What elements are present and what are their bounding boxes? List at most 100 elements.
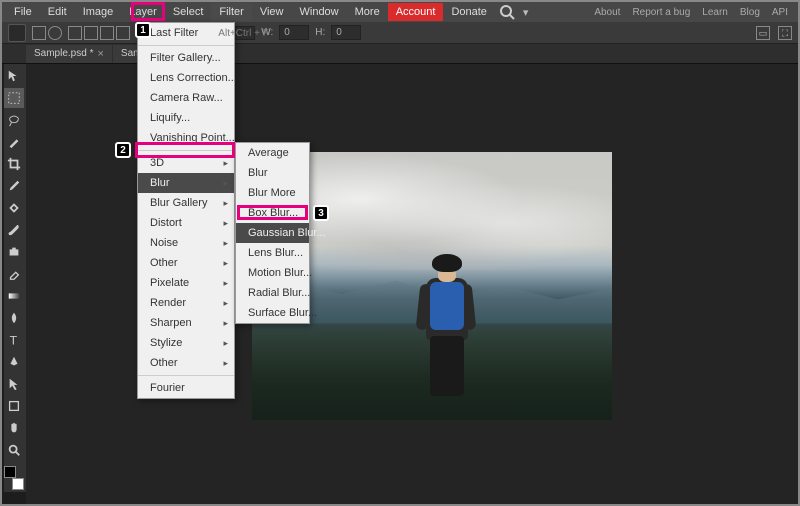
window-controls: ▭ ⛶ xyxy=(756,26,792,40)
select-mode-new-icon[interactable] xyxy=(68,26,82,40)
shape-tool[interactable] xyxy=(4,396,24,416)
path-select-tool[interactable] xyxy=(4,374,24,394)
menu-distort[interactable]: Distort▸ xyxy=(138,213,234,233)
menu-view[interactable]: View xyxy=(252,3,292,21)
close-icon[interactable]: × xyxy=(97,48,103,60)
background-color-swatch[interactable] xyxy=(12,478,24,490)
chevron-right-icon: ▸ xyxy=(223,198,228,209)
menu-radial-blur[interactable]: Radial Blur... xyxy=(236,283,309,303)
chevron-right-icon: ▸ xyxy=(223,238,228,249)
menu-vanishing-point[interactable]: Vanishing Point... xyxy=(138,128,234,148)
menu-blur-more[interactable]: Blur More xyxy=(236,183,309,203)
link-about[interactable]: About xyxy=(588,4,626,21)
hand-tool[interactable] xyxy=(4,418,24,438)
menu-surface-blur[interactable]: Surface Blur... xyxy=(236,303,309,323)
document-tabs: Sample.psd * × Sample.psd × xyxy=(2,44,798,64)
ellipse-marquee-icon[interactable] xyxy=(48,26,62,40)
color-swatches[interactable] xyxy=(4,466,24,490)
tools-panel: T xyxy=(4,64,26,492)
menu-noise[interactable]: Noise▸ xyxy=(138,233,234,253)
tab-label: Sample.psd * xyxy=(34,48,93,59)
zoom-tool[interactable] xyxy=(4,440,24,460)
brush-tool[interactable] xyxy=(4,220,24,240)
menu-pixelate[interactable]: Pixelate▸ xyxy=(138,273,234,293)
menu-blur[interactable]: Blur▸ xyxy=(138,173,234,193)
menu-window[interactable]: Window xyxy=(292,3,347,21)
height-label: H: xyxy=(315,27,325,38)
blur-tool[interactable] xyxy=(4,308,24,328)
gradient-tool[interactable] xyxy=(4,286,24,306)
chevron-right-icon: ▸ xyxy=(223,318,228,329)
menu-other[interactable]: Other▸ xyxy=(138,253,234,273)
select-mode-sub-icon[interactable] xyxy=(100,26,114,40)
callout-2: 2 xyxy=(115,142,131,158)
width-input[interactable]: 0 xyxy=(279,25,309,40)
clone-tool[interactable] xyxy=(4,242,24,262)
account-button[interactable]: Account xyxy=(388,3,444,21)
menu-last-filter[interactable]: Last FilterAlt+Ctrl + F xyxy=(138,23,234,43)
menu-stylize[interactable]: Stylize▸ xyxy=(138,333,234,353)
chevron-right-icon: ▸ xyxy=(223,338,228,349)
link-report-bug[interactable]: Report a bug xyxy=(626,4,696,21)
menu-fourier[interactable]: Fourier xyxy=(138,378,234,398)
pen-tool[interactable] xyxy=(4,352,24,372)
menubar: File Edit Image Layer Select Filter View… xyxy=(2,2,798,22)
menu-gaussian-blur[interactable]: Gaussian Blur... xyxy=(236,223,309,243)
menu-layer[interactable]: Layer xyxy=(121,3,165,21)
lasso-tool[interactable] xyxy=(4,110,24,130)
move-tool[interactable] xyxy=(4,66,24,86)
callout-1: 1 xyxy=(135,22,151,38)
chevron-right-icon: ▸ xyxy=(223,278,228,289)
dropdown-arrow-icon[interactable]: ▾ xyxy=(519,6,533,19)
menu-3d[interactable]: 3D▸ xyxy=(138,153,234,173)
menu-blur-gallery[interactable]: Blur Gallery▸ xyxy=(138,193,234,213)
rect-marquee-icon[interactable] xyxy=(32,26,46,40)
select-mode-intersect-icon[interactable] xyxy=(116,26,130,40)
menu-more[interactable]: More xyxy=(347,3,388,21)
eraser-tool[interactable] xyxy=(4,264,24,284)
height-input[interactable]: 0 xyxy=(331,25,361,40)
select-mode-add-icon[interactable] xyxy=(84,26,98,40)
marquee-tool[interactable] xyxy=(4,88,24,108)
menu-select[interactable]: Select xyxy=(165,3,212,21)
optionsbar: Feather: 0 W: 0 H: 0 xyxy=(2,22,798,44)
fullscreen-icon[interactable]: ⛶ xyxy=(778,26,792,40)
menu-average[interactable]: Average xyxy=(236,143,309,163)
menu-lens-correction[interactable]: Lens Correction... xyxy=(138,68,234,88)
menu-camera-raw[interactable]: Camera Raw... xyxy=(138,88,234,108)
link-api[interactable]: API xyxy=(766,4,794,21)
chevron-right-icon: ▸ xyxy=(223,258,228,269)
menu-filter[interactable]: Filter xyxy=(211,3,251,21)
menu-lens-blur[interactable]: Lens Blur... xyxy=(236,243,309,263)
menu-render[interactable]: Render▸ xyxy=(138,293,234,313)
menu-image[interactable]: Image xyxy=(75,3,122,21)
link-learn[interactable]: Learn xyxy=(696,4,734,21)
menu-edit[interactable]: Edit xyxy=(40,3,75,21)
wand-tool[interactable] xyxy=(4,132,24,152)
current-tool-icon[interactable] xyxy=(8,24,26,42)
heal-tool[interactable] xyxy=(4,198,24,218)
collapse-icon[interactable]: ▭ xyxy=(756,26,770,40)
crop-tool[interactable] xyxy=(4,154,24,174)
foreground-color-swatch[interactable] xyxy=(4,466,16,478)
marquee-shape-group xyxy=(32,26,62,40)
eyedropper-tool[interactable] xyxy=(4,176,24,196)
menu-box-blur[interactable]: Box Blur... xyxy=(236,203,309,223)
menu-motion-blur[interactable]: Motion Blur... xyxy=(236,263,309,283)
menu-other-2[interactable]: Other▸ xyxy=(138,353,234,373)
blur-submenu: Average Blur Blur More Box Blur... Gauss… xyxy=(235,142,310,324)
tab-sample-modified[interactable]: Sample.psd * × xyxy=(26,45,112,63)
donate-button[interactable]: Donate xyxy=(443,3,494,21)
chevron-right-icon: ▸ xyxy=(223,158,228,169)
search-icon[interactable] xyxy=(499,4,515,20)
menu-sharpen[interactable]: Sharpen▸ xyxy=(138,313,234,333)
chevron-right-icon: ▸ xyxy=(223,298,228,309)
menu-file[interactable]: File xyxy=(6,3,40,21)
chevron-right-icon: ▸ xyxy=(223,178,228,189)
chevron-right-icon: ▸ xyxy=(223,358,228,369)
menu-liquify[interactable]: Liquify... xyxy=(138,108,234,128)
link-blog[interactable]: Blog xyxy=(734,4,766,21)
type-tool[interactable]: T xyxy=(4,330,24,350)
menu-blur-item[interactable]: Blur xyxy=(236,163,309,183)
menu-filter-gallery[interactable]: Filter Gallery... xyxy=(138,48,234,68)
